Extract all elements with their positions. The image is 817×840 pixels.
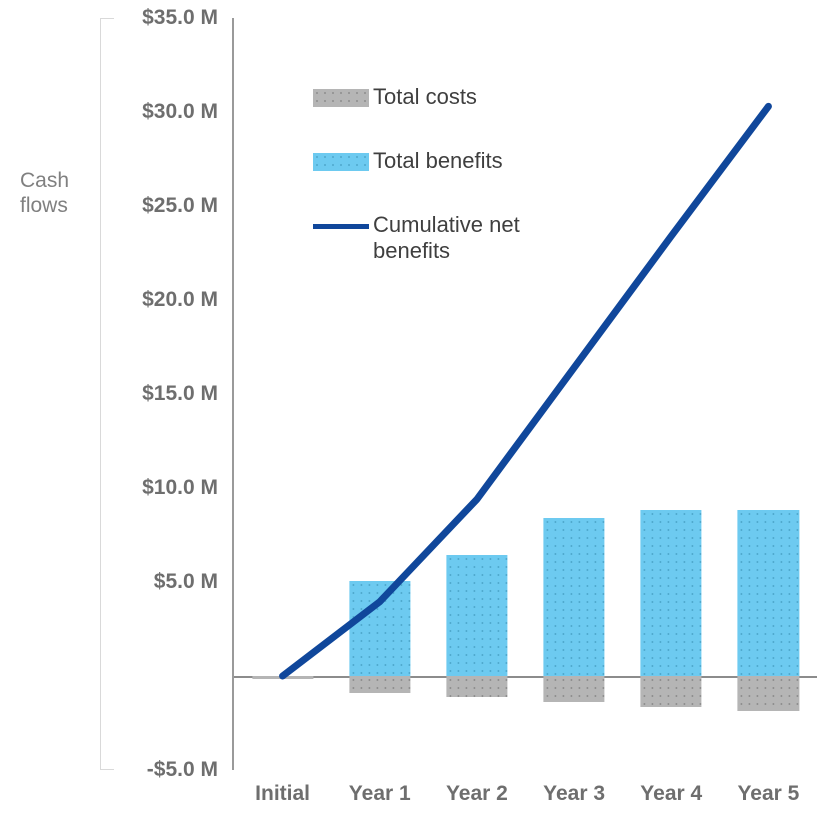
chart-legend: Total costs Total benefits Cumulative ne… — [313, 84, 613, 302]
x-axis-tick-label: Year 1 — [348, 782, 411, 805]
y-axis-tick-label: $35.0 M — [142, 6, 218, 29]
y-axis-tick-label: $5.0 M — [153, 570, 218, 593]
cash-flow-chart: Cash flows $35.0 M $30.0 M $25.0 M $20.0 M $… — [0, 0, 817, 840]
x-axis-tick-label: Year 3 — [543, 782, 606, 805]
y-axis-tick-label: $20.0 M — [142, 288, 218, 311]
legend-label-total-costs: Total costs — [373, 84, 477, 109]
legend-item-total-benefits: Total benefits — [313, 148, 613, 174]
y-axis-tick-label: -$5.0 M — [146, 758, 218, 781]
y-axis-tick-label: $30.0 M — [142, 100, 218, 123]
legend-label-cumulative-net-benefits: Cumulative net benefits — [373, 212, 520, 263]
legend-swatch-total-costs-icon — [313, 89, 369, 107]
x-axis-tick-label: Year 5 — [737, 782, 800, 805]
legend-item-total-costs: Total costs — [313, 84, 613, 110]
legend-line-cumulative-net-benefits-icon — [313, 217, 369, 235]
y-axis-tick-label: $10.0 M — [142, 476, 218, 499]
y-axis-tick-label: $25.0 M — [142, 194, 218, 217]
y-axis-tick-label: $15.0 M — [142, 382, 218, 405]
legend-swatch-total-benefits-icon — [313, 153, 369, 171]
y-axis-tick-labels: $35.0 M $30.0 M $25.0 M $20.0 M $15.0 M $10.0… — [0, 0, 218, 840]
legend-label-total-benefits: Total benefits — [373, 148, 503, 173]
x-axis-tick-labels: Initial Year 1 Year 2 Year 3 Year 4 Year 5 — [234, 782, 817, 822]
x-axis-tick-label: Year 4 — [640, 782, 703, 805]
x-axis-tick-label: Initial — [255, 782, 310, 805]
x-axis-tick-label: Year 2 — [445, 782, 508, 805]
legend-item-cumulative-net-benefits: Cumulative net benefits — [313, 212, 613, 264]
